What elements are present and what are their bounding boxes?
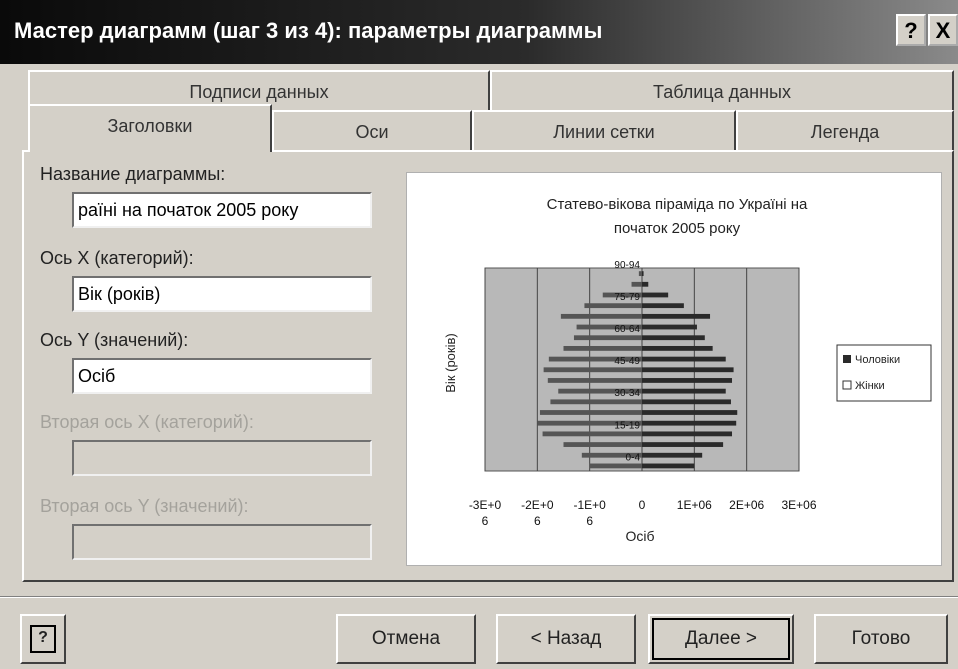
legend-swatch-women xyxy=(842,380,852,390)
bar xyxy=(642,324,697,330)
tab-label: Таблица данных xyxy=(653,82,791,102)
bar xyxy=(642,431,733,437)
y-tick-label: 60-64 xyxy=(614,324,640,335)
tab-label: Подписи данных xyxy=(189,82,329,102)
legend: Чоловіки Жінки xyxy=(836,344,932,402)
bar xyxy=(642,399,731,405)
tab-label: Заголовки xyxy=(107,116,193,136)
tab-label: Линии сетки xyxy=(553,122,655,142)
bar xyxy=(584,303,642,309)
chart-svg: Статево-вікова піраміда по Україні на по… xyxy=(443,196,932,544)
x-axis-input[interactable]: Вік (років) xyxy=(72,276,372,312)
chart-title-label: Название диаграммы: xyxy=(40,164,226,184)
y2-axis-label: Вторая ось Y (значений): xyxy=(40,496,249,516)
x-tick-label: 6 xyxy=(534,514,541,528)
bar xyxy=(642,410,738,415)
y2-axis-input xyxy=(72,524,372,560)
tab-axes[interactable]: Оси xyxy=(272,110,472,152)
y-tick-label: 45-49 xyxy=(614,356,640,367)
chart-title-line1: Статево-вікова піраміда по Україні на xyxy=(547,196,808,213)
bar xyxy=(642,463,695,469)
y-tick-label: 15-19 xyxy=(614,420,640,431)
close-button[interactable]: X xyxy=(928,14,958,46)
bar xyxy=(642,367,734,373)
window-title: Мастер диаграмм (шаг 3 из 4): параметры … xyxy=(14,18,603,43)
bar xyxy=(542,431,642,437)
bar xyxy=(642,303,684,309)
bar xyxy=(642,313,711,319)
bar xyxy=(589,463,642,469)
x-tick-label: -2E+0 xyxy=(521,498,554,512)
plot-area: 0-4 15-19 30-34 45-49 60-64 75-79 90-94 -3E+0 6 -… xyxy=(469,260,817,528)
bar xyxy=(547,378,642,383)
bar xyxy=(642,345,713,351)
bar xyxy=(642,281,649,287)
tab-data-table[interactable]: Таблица данных xyxy=(490,70,954,110)
chart-title-input[interactable]: раїні на початок 2005 року xyxy=(72,192,372,228)
x2-axis-label: Вторая ось X (категорий): xyxy=(40,412,254,432)
x-tick-label: 0 xyxy=(639,498,646,512)
bar xyxy=(642,335,705,341)
tab-label: Оси xyxy=(355,122,389,142)
tab-titles[interactable]: Заголовки xyxy=(28,104,272,152)
bar xyxy=(560,313,642,319)
legend-label-women: Жінки xyxy=(855,380,885,392)
y-tick-label: 90-94 xyxy=(614,260,640,271)
cancel-button[interactable]: Отмена xyxy=(336,614,476,664)
bar xyxy=(642,388,726,394)
y-axis-title: Вік (років) xyxy=(443,333,458,392)
bar xyxy=(563,442,642,447)
help-icon: ? xyxy=(30,624,56,653)
help-button[interactable]: ? xyxy=(20,614,66,664)
tab-legend[interactable]: Легенда xyxy=(736,110,954,152)
bar xyxy=(550,399,642,405)
bar xyxy=(638,271,642,277)
bar xyxy=(543,367,642,373)
title-bar: Мастер диаграмм (шаг 3 из 4): параметры … xyxy=(0,0,958,64)
x-tick-label: 3E+06 xyxy=(781,498,816,512)
bar xyxy=(642,292,669,298)
tab-label: Легенда xyxy=(810,122,880,142)
x-tick-label: -1E+0 xyxy=(573,498,606,512)
help-title-button[interactable]: ? xyxy=(896,14,926,46)
bar xyxy=(631,281,642,287)
x-axis-label: Ось X (категорий): xyxy=(40,248,194,268)
x-tick-label: 2E+06 xyxy=(729,498,764,512)
y-axis-label: Ось Y (значений): xyxy=(40,330,189,350)
bar xyxy=(642,452,703,458)
bar xyxy=(539,410,642,415)
bar xyxy=(642,271,644,277)
bar xyxy=(573,335,642,341)
y-tick-label: 75-79 xyxy=(614,292,640,303)
finish-button[interactable]: Готово xyxy=(814,614,948,664)
bar xyxy=(642,356,726,362)
x-axis-title: Осіб xyxy=(625,528,654,544)
next-button[interactable]: Далее > xyxy=(648,614,794,664)
footer-separator xyxy=(0,596,958,598)
back-button[interactable]: < Назад xyxy=(496,614,636,664)
bar xyxy=(642,420,737,426)
bar xyxy=(642,378,733,383)
legend-label-men: Чоловіки xyxy=(855,354,900,366)
bar xyxy=(563,345,642,351)
y-tick-label: 0-4 xyxy=(626,452,641,463)
x2-axis-input xyxy=(72,440,372,476)
x-tick-label: -3E+0 xyxy=(469,498,502,512)
legend-swatch-men xyxy=(843,355,851,363)
y-tick-label: 30-34 xyxy=(614,388,640,399)
x-tick-label: 6 xyxy=(482,514,489,528)
x-tick-label: 6 xyxy=(586,514,593,528)
tab-gridlines[interactable]: Линии сетки xyxy=(472,110,736,152)
x-tick-label: 1E+06 xyxy=(677,498,712,512)
y-axis-input[interactable]: Осіб xyxy=(72,358,372,394)
bar xyxy=(642,442,724,447)
chart-preview: Статево-вікова піраміда по Україні на по… xyxy=(406,172,942,566)
chart-title-line2: початок 2005 року xyxy=(614,220,741,237)
